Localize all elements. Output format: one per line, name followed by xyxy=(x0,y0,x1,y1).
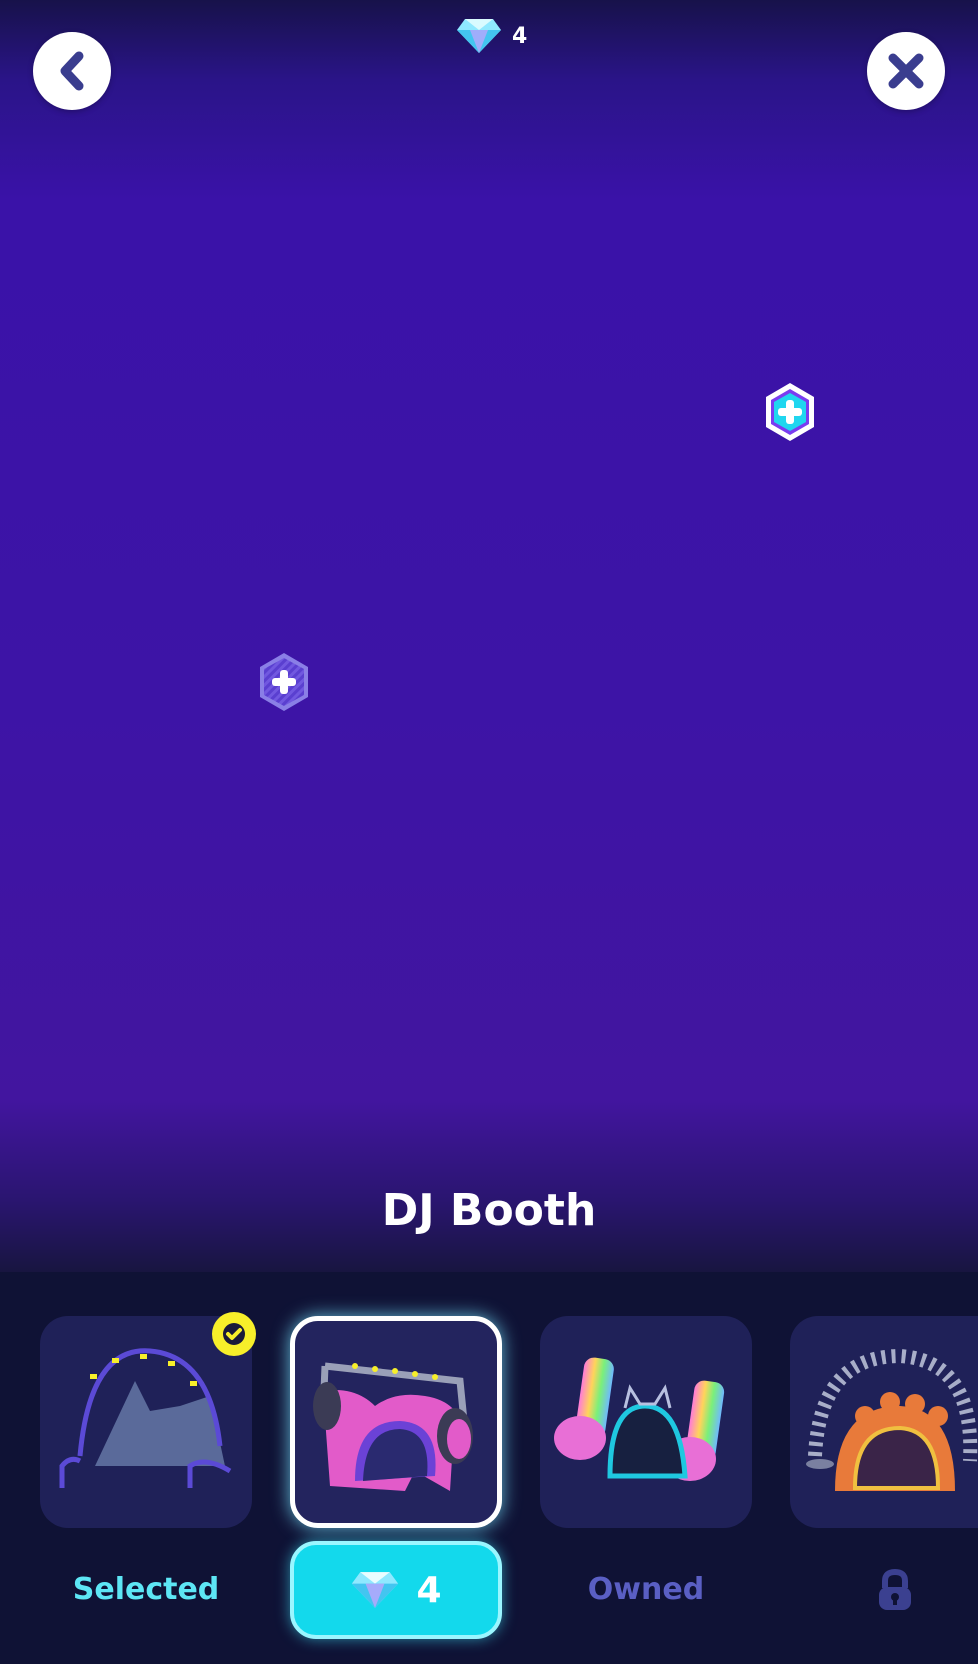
item-card-rainbow-notes[interactable] xyxy=(540,1316,752,1528)
item-card-paw-arch[interactable] xyxy=(790,1316,978,1528)
placement-hotspot-active[interactable] xyxy=(760,381,820,447)
status-selected-label: Selected xyxy=(72,1572,220,1607)
stage-thumbnail-rainbow-notes xyxy=(554,1357,725,1481)
status-owned-label: Owned xyxy=(587,1572,705,1607)
gem-count: 4 xyxy=(512,23,528,49)
back-button[interactable] xyxy=(33,32,111,110)
item-card-dj-booth[interactable] xyxy=(290,1316,502,1528)
buy-button[interactable]: 4 xyxy=(290,1541,502,1639)
close-icon xyxy=(888,53,924,89)
close-button[interactable] xyxy=(867,32,945,110)
gem-icon xyxy=(457,19,501,53)
item-title: DJ Booth xyxy=(381,1185,597,1236)
check-icon xyxy=(223,1323,245,1345)
gem-counter: 4 xyxy=(456,14,527,58)
stage-thumbnail-dj-booth xyxy=(313,1362,473,1491)
buy-price: 4 xyxy=(416,1569,442,1611)
preview-stage xyxy=(0,0,978,1272)
gem-icon xyxy=(352,1572,399,1608)
chevron-left-icon xyxy=(60,51,84,91)
plus-icon xyxy=(766,383,814,441)
stage-thumbnail-paw-arch xyxy=(806,1348,978,1491)
placement-hotspot-inactive[interactable] xyxy=(254,651,314,717)
lock-icon xyxy=(874,1568,916,1616)
plus-icon xyxy=(260,653,308,711)
selected-check-badge xyxy=(212,1312,256,1356)
